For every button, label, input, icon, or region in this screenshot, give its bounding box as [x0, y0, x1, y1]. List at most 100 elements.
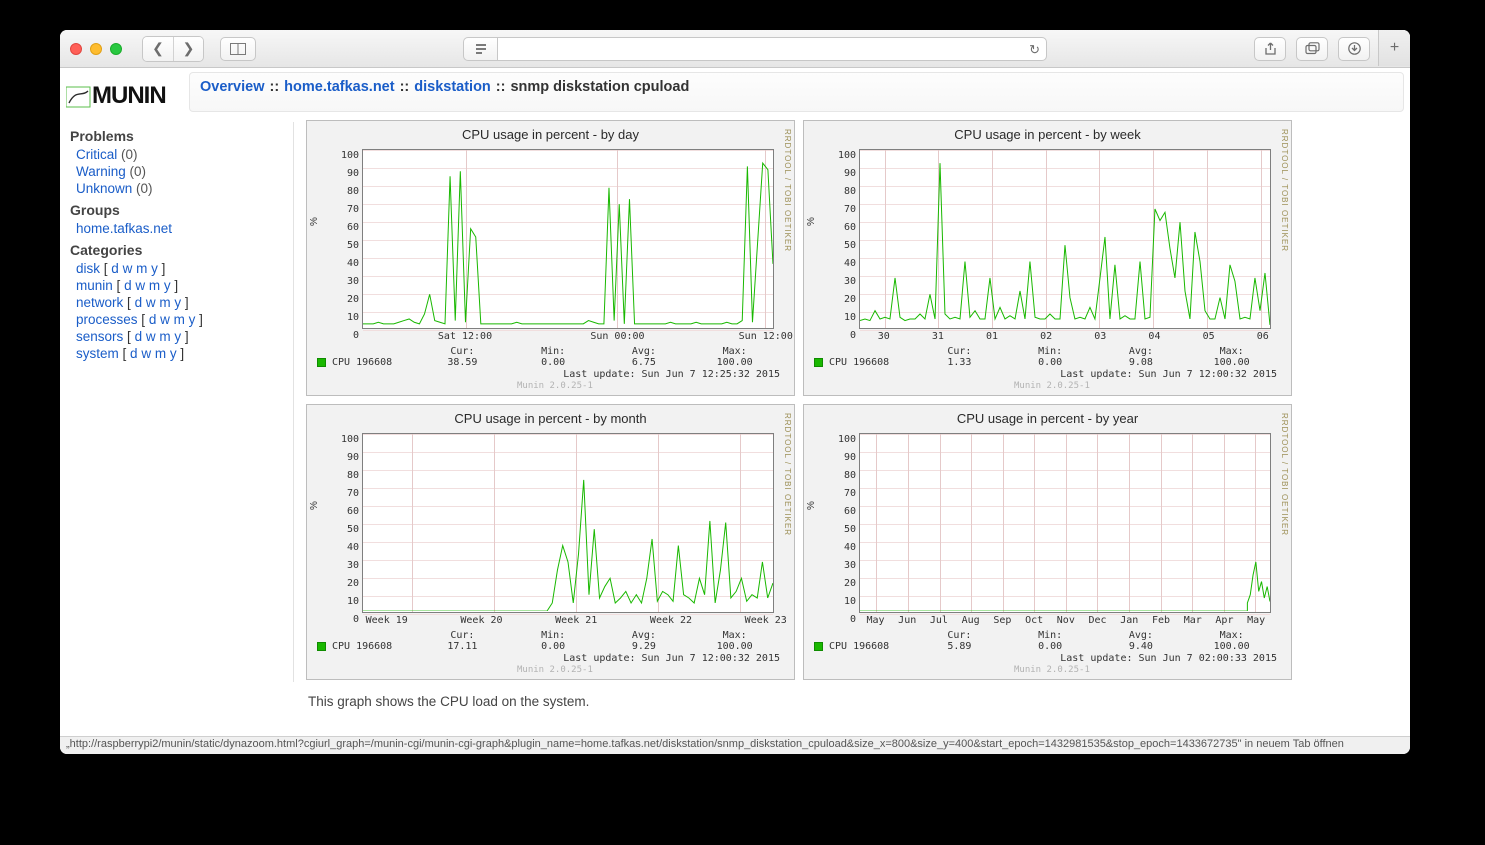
breadcrumb-overview[interactable]: Overview: [200, 79, 265, 95]
back-button[interactable]: ❮: [143, 37, 173, 61]
tabs-button[interactable]: [1296, 37, 1328, 61]
cat-processes-w[interactable]: w: [160, 312, 170, 327]
reload-icon[interactable]: ↻: [1029, 42, 1040, 58]
cat-system-m[interactable]: m: [155, 346, 166, 361]
unknown-link[interactable]: Unknown: [76, 181, 132, 196]
chart-week[interactable]: CPU usage in percent - by weekRRDTOOL / …: [803, 120, 1292, 396]
category-munin[interactable]: munin: [76, 278, 113, 293]
window-controls: [70, 43, 122, 55]
share-button[interactable]: [1254, 37, 1286, 61]
cat-sensors-m[interactable]: m: [159, 329, 170, 344]
category-sensors[interactable]: sensors: [76, 329, 123, 344]
breadcrumb-sep: ::: [270, 79, 280, 95]
cat-system-w[interactable]: w: [141, 346, 151, 361]
chart-month[interactable]: CPU usage in percent - by monthRRDTOOL /…: [306, 404, 795, 680]
ytick: 100: [331, 431, 359, 449]
cat-munin-w[interactable]: w: [135, 278, 145, 293]
group-link[interactable]: home.tafkas.net: [76, 221, 172, 236]
xtick: Week 21: [555, 615, 597, 626]
tab-overview-button[interactable]: [220, 37, 256, 61]
cat-disk-w[interactable]: w: [123, 261, 133, 276]
cat-munin-d[interactable]: d: [124, 278, 132, 293]
ytick: 100: [828, 431, 856, 449]
forward-button[interactable]: ❯: [173, 37, 203, 61]
warning-link[interactable]: Warning: [76, 164, 126, 179]
panels-icon: [230, 43, 246, 55]
series-line: [363, 434, 773, 611]
chart-title: CPU usage in percent - by year: [804, 405, 1291, 426]
xtick: Mar: [1184, 615, 1202, 626]
cat-disk-y[interactable]: y: [151, 261, 158, 276]
address-bar[interactable]: ↻: [497, 37, 1047, 61]
zoom-window-button[interactable]: [110, 43, 122, 55]
cat-disk-d[interactable]: d: [111, 261, 119, 276]
ytick: 10: [828, 593, 856, 611]
status-bar: „http://raspberrypi2/munin/static/dynazo…: [60, 736, 1410, 754]
reader-button[interactable]: [463, 37, 497, 61]
xtick: Feb: [1152, 615, 1170, 626]
ytick: 50: [828, 237, 856, 255]
xtick: Jan: [1120, 615, 1138, 626]
cat-network-d[interactable]: d: [135, 295, 143, 310]
chart-year[interactable]: CPU usage in percent - by yearRRDTOOL / …: [803, 404, 1292, 680]
minimize-window-button[interactable]: [90, 43, 102, 55]
cat-system-d[interactable]: d: [130, 346, 138, 361]
series-line: [363, 150, 773, 327]
xtick: Week 22: [650, 615, 692, 626]
downloads-button[interactable]: [1338, 37, 1370, 61]
cat-disk-m[interactable]: m: [136, 261, 147, 276]
plot-area[interactable]: [859, 149, 1271, 329]
y-axis-label: %: [309, 501, 320, 510]
xtick: 31: [932, 331, 944, 342]
cat-system-y[interactable]: y: [170, 346, 177, 361]
plot-area[interactable]: [362, 149, 774, 329]
xtick: 05: [1203, 331, 1215, 342]
last-update: Last update: Sun Jun 7 02:00:33 2015: [1060, 653, 1277, 664]
category-disk[interactable]: disk: [76, 261, 100, 276]
series-line: [860, 434, 1270, 611]
ytick: 30: [331, 557, 359, 575]
y-axis-label: %: [806, 501, 817, 510]
plot-area[interactable]: [362, 433, 774, 613]
x-ticks: Sat 12:00Sun 00:00Sun 12:00: [362, 331, 774, 345]
rrdtool-credit: RRDTOOL / TOBI OETIKER: [1280, 129, 1289, 252]
category-processes[interactable]: processes: [76, 312, 138, 327]
breadcrumb-host[interactable]: diskstation: [414, 79, 491, 95]
breadcrumb-sep: ::: [400, 79, 410, 95]
cat-network-m[interactable]: m: [159, 295, 170, 310]
cat-processes-m[interactable]: m: [174, 312, 185, 327]
cat-sensors-d[interactable]: d: [135, 329, 143, 344]
xtick: Nov: [1057, 615, 1075, 626]
cat-processes-d[interactable]: d: [149, 312, 157, 327]
y-ticks: 1009080706050403020100: [331, 147, 359, 331]
xtick: Sun 12:00: [739, 331, 793, 342]
category-system[interactable]: system: [76, 346, 119, 361]
cat-sensors-w[interactable]: w: [146, 329, 156, 344]
breadcrumb-sep: ::: [496, 79, 506, 95]
breadcrumb-group[interactable]: home.tafkas.net: [284, 79, 394, 95]
critical-link[interactable]: Critical: [76, 147, 117, 162]
new-tab-button[interactable]: +: [1378, 30, 1410, 66]
cat-network-w[interactable]: w: [146, 295, 156, 310]
toolbar-right: [1254, 37, 1370, 61]
legend-swatch-icon: [317, 358, 326, 367]
ytick: 20: [331, 575, 359, 593]
ytick: 90: [331, 165, 359, 183]
ytick: 20: [828, 291, 856, 309]
xtick: Jul: [930, 615, 948, 626]
munin-logo[interactable]: MUNIN: [66, 72, 179, 112]
plot-area[interactable]: [859, 433, 1271, 613]
chart-day[interactable]: CPU usage in percent - by dayRRDTOOL / T…: [306, 120, 795, 396]
last-update: Last update: Sun Jun 7 12:25:32 2015: [563, 369, 780, 380]
cat-munin-m[interactable]: m: [149, 278, 160, 293]
xtick: 02: [1040, 331, 1052, 342]
ytick: 100: [331, 147, 359, 165]
category-network[interactable]: network: [76, 295, 123, 310]
close-window-button[interactable]: [70, 43, 82, 55]
breadcrumb: Overview :: home.tafkas.net :: diskstati…: [189, 72, 1404, 112]
titlebar: ❮ ❯ ↻ +: [60, 30, 1410, 68]
cat-munin-y[interactable]: y: [164, 278, 171, 293]
ytick: 80: [331, 467, 359, 485]
xtick: Sun 00:00: [590, 331, 644, 342]
xtick: Week 19: [366, 615, 408, 626]
